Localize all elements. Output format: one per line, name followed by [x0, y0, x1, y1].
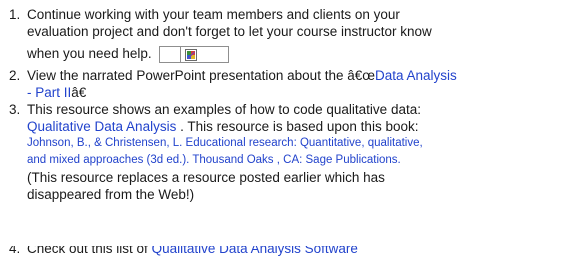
qualitative-software-link[interactable]: Qualitative Data Analysis Software — [152, 246, 358, 256]
item-text-row: Check out this list of Qualitative Data … — [27, 246, 580, 257]
cut-off-list-item: 4. Check out this list of Qualitative Da… — [0, 246, 580, 259]
item-text: â€ — [71, 85, 87, 100]
item-text: when you need help. — [27, 46, 152, 61]
item-text-row: View the narrated PowerPoint presentatio… — [27, 67, 580, 84]
list-item-2: 2. View the narrated PowerPoint presenta… — [0, 67, 580, 101]
citation-text: Johnson, B., & Christensen, L. Education… — [27, 137, 423, 149]
item-text: Check out this list of — [27, 246, 152, 256]
item-text: View the narrated PowerPoint presentatio… — [27, 68, 375, 83]
data-analysis-link-continued[interactable]: - Part II — [27, 85, 71, 100]
item-text: evaluation project and don't forget to l… — [27, 24, 432, 39]
qualitative-data-analysis-link[interactable]: Qualitative Data Analysis — [27, 119, 176, 134]
item-text: This resource shows an examples of how t… — [27, 102, 421, 117]
help-widget[interactable] — [159, 45, 230, 63]
list-item-1: 1. Continue working with your team membe… — [0, 6, 580, 67]
item-text: . This resource is based upon this book: — [176, 119, 419, 134]
list-item-4: 4. Check out this list of Qualitative Da… — [0, 246, 580, 257]
item-text-row: Qualitative Data Analysis . This resourc… — [27, 118, 580, 135]
item-text-row: - Part IIâ€ — [27, 84, 580, 101]
item-number: 4. — [9, 246, 21, 256]
item-text: (This resource replaces a resource poste… — [27, 170, 385, 185]
help-widget-divider — [180, 46, 182, 62]
citation-text: and mixed approaches (3d ed.). Thousand … — [27, 154, 401, 166]
item-text: Continue working with your team members … — [27, 7, 400, 22]
task-list: 1. Continue working with your team membe… — [0, 6, 580, 203]
item-number: 1. — [9, 7, 21, 22]
item-number: 2. — [9, 68, 21, 83]
list-item-3: 3. This resource shows an examples of ho… — [0, 101, 580, 203]
item-text: disappeared from the Web!) — [27, 187, 195, 202]
item-text-row: when you need help. — [27, 40, 580, 67]
help-icon — [185, 48, 198, 61]
item-number: 3. — [9, 102, 21, 117]
data-analysis-link[interactable]: Data Analysis — [375, 68, 457, 83]
